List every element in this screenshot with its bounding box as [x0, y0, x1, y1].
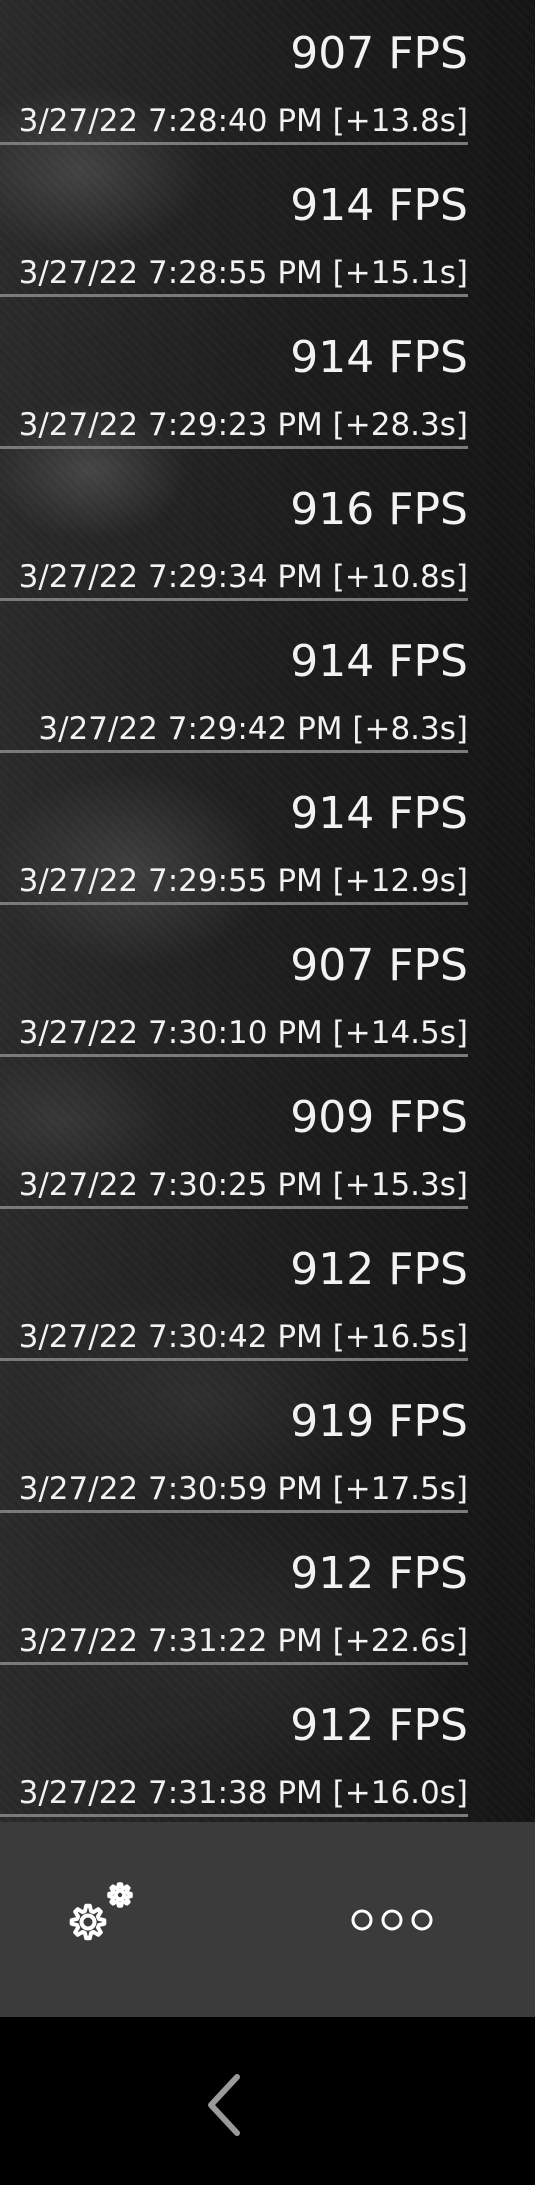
- back-button[interactable]: [197, 2073, 257, 2137]
- divider: [0, 1054, 468, 1057]
- more-options-button[interactable]: [348, 1902, 436, 1938]
- list-item[interactable]: 909 FPS 3/27/22 7:30:25 PM [+15.3s]: [0, 1064, 468, 1216]
- timestamp: 3/27/22 7:29:34 PM [+10.8s]: [18, 559, 468, 595]
- timestamp: 3/27/22 7:30:25 PM [+15.3s]: [18, 1167, 468, 1203]
- divider: [0, 1358, 468, 1361]
- list-item[interactable]: 919 FPS 3/27/22 7:30:59 PM [+17.5s]: [0, 1368, 468, 1520]
- list-item[interactable]: 914 FPS 3/27/22 7:29:23 PM [+28.3s]: [0, 304, 468, 456]
- list-item[interactable]: 916 FPS 3/27/22 7:29:34 PM [+10.8s]: [0, 456, 468, 608]
- timestamp: 3/27/22 7:29:42 PM [+8.3s]: [38, 711, 468, 747]
- divider: [0, 1814, 468, 1817]
- fps-value: 909 FPS: [290, 1092, 468, 1143]
- timestamp: 3/27/22 7:30:10 PM [+14.5s]: [18, 1015, 468, 1051]
- list-item[interactable]: 912 FPS 3/27/22 7:31:38 PM [+16.0s]: [0, 1672, 468, 1824]
- divider: [0, 1206, 468, 1209]
- divider: [0, 1662, 468, 1665]
- timestamp: 3/27/22 7:29:55 PM [+12.9s]: [18, 863, 468, 899]
- fps-value: 907 FPS: [290, 28, 468, 79]
- timestamp: 3/27/22 7:30:42 PM [+16.5s]: [18, 1319, 468, 1355]
- divider: [0, 446, 468, 449]
- timestamp: 3/27/22 7:30:59 PM [+17.5s]: [18, 1471, 468, 1507]
- list-item[interactable]: 912 FPS 3/27/22 7:30:42 PM [+16.5s]: [0, 1216, 468, 1368]
- system-nav-bar: [0, 2017, 535, 2185]
- divider: [0, 1510, 468, 1513]
- shot-list[interactable]: 907 FPS 3/27/22 7:28:40 PM [+13.8s] 914 …: [0, 0, 468, 1824]
- list-item[interactable]: 907 FPS 3/27/22 7:28:40 PM [+13.8s]: [0, 0, 468, 152]
- fps-value: 919 FPS: [290, 1396, 468, 1447]
- divider: [0, 142, 468, 145]
- fps-value: 912 FPS: [290, 1244, 468, 1295]
- chevron-left-icon: [208, 2074, 240, 2136]
- timestamp: 3/27/22 7:28:40 PM [+13.8s]: [18, 103, 468, 139]
- timestamp: 3/27/22 7:31:38 PM [+16.0s]: [18, 1775, 468, 1811]
- settings-button[interactable]: [58, 1875, 154, 1965]
- list-item[interactable]: 907 FPS 3/27/22 7:30:10 PM [+14.5s]: [0, 912, 468, 1064]
- divider: [0, 598, 468, 601]
- list-item[interactable]: 914 FPS 3/27/22 7:29:42 PM [+8.3s]: [0, 608, 468, 760]
- more-options-icon: [351, 1909, 433, 1931]
- list-item[interactable]: 912 FPS 3/27/22 7:31:22 PM [+22.6s]: [0, 1520, 468, 1672]
- timestamp: 3/27/22 7:28:55 PM [+15.1s]: [18, 255, 468, 291]
- list-item[interactable]: 914 FPS 3/27/22 7:29:55 PM [+12.9s]: [0, 760, 468, 912]
- fps-value: 907 FPS: [290, 940, 468, 991]
- list-item[interactable]: 914 FPS 3/27/22 7:28:55 PM [+15.1s]: [0, 152, 468, 304]
- divider: [0, 750, 468, 753]
- fps-value: 912 FPS: [290, 1700, 468, 1751]
- fps-value: 916 FPS: [290, 484, 468, 535]
- fps-value: 912 FPS: [290, 1548, 468, 1599]
- fps-value: 914 FPS: [290, 332, 468, 383]
- divider: [0, 902, 468, 905]
- timestamp: 3/27/22 7:31:22 PM [+22.6s]: [18, 1623, 468, 1659]
- fps-value: 914 FPS: [290, 788, 468, 839]
- gears-icon: [69, 1882, 133, 1941]
- divider: [0, 294, 468, 297]
- fps-value: 914 FPS: [290, 180, 468, 231]
- fps-value: 914 FPS: [290, 636, 468, 687]
- bottom-toolbar: [0, 1822, 535, 2017]
- timestamp: 3/27/22 7:29:23 PM [+28.3s]: [18, 407, 468, 443]
